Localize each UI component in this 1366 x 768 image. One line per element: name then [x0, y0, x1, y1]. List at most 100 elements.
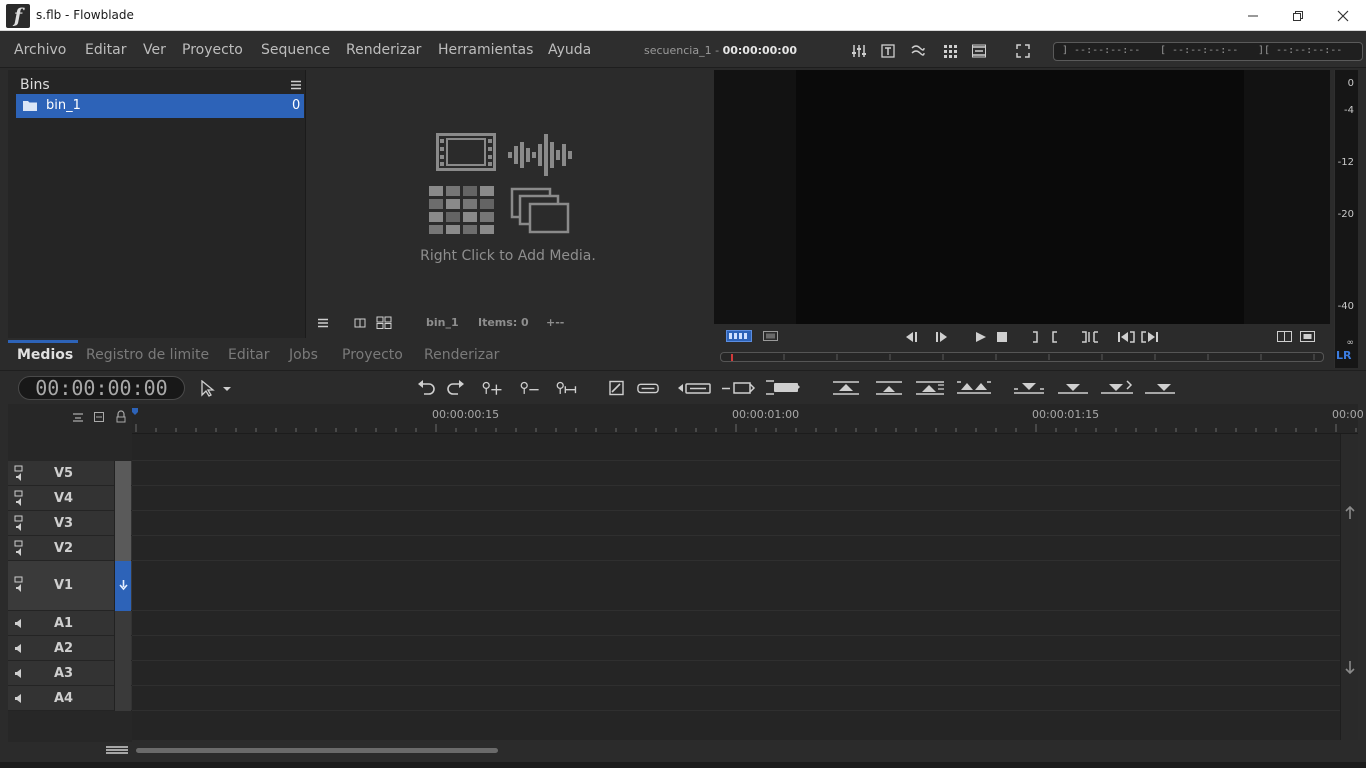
- media-menu-icon[interactable]: [317, 318, 329, 328]
- clear-marks-icon[interactable]: [1080, 331, 1100, 343]
- next-frame-icon[interactable]: [932, 331, 950, 343]
- insert-range-icon[interactable]: [764, 379, 802, 396]
- replace-icon[interactable]: [914, 379, 946, 396]
- bin-row[interactable]: bin_1 0: [16, 94, 304, 118]
- track-header-a2[interactable]: A2: [8, 636, 132, 661]
- speaker-icon[interactable]: [14, 618, 24, 629]
- tab-registro-de-limite[interactable]: Registro de limite: [86, 347, 209, 363]
- horizontal-scroll-thumb[interactable]: [136, 748, 498, 753]
- restore-button[interactable]: [1275, 0, 1321, 31]
- timeline-timecode[interactable]: 00:00:00:00: [18, 376, 185, 400]
- audio-effects-icon[interactable]: [910, 43, 926, 59]
- speaker-icon[interactable]: [14, 668, 24, 679]
- menu-ayuda[interactable]: Ayuda: [548, 42, 591, 58]
- undo-icon[interactable]: [416, 380, 438, 396]
- mixer-icon[interactable]: [851, 43, 867, 59]
- expand-tracks-icon[interactable]: [93, 411, 105, 423]
- lift-icon[interactable]: [676, 380, 712, 396]
- mark-in-out-icon[interactable]: [1030, 331, 1060, 343]
- position-scrubber[interactable]: [720, 352, 1324, 362]
- sync-split-icon[interactable]: [1012, 379, 1046, 396]
- insert-icon[interactable]: [1056, 379, 1090, 396]
- bins-menu-icon[interactable]: [290, 80, 302, 90]
- tab-editar[interactable]: Editar: [228, 347, 269, 363]
- track-target-a1[interactable]: [114, 611, 131, 636]
- track-target-a3[interactable]: [114, 661, 131, 686]
- menu-herramientas[interactable]: Herramientas: [438, 42, 533, 58]
- video-audio-toggle-icon[interactable]: [14, 576, 24, 593]
- overwrite-icon[interactable]: [874, 379, 904, 396]
- track-header-a1[interactable]: A1: [8, 611, 132, 636]
- append-icon[interactable]: [955, 379, 993, 396]
- move-keyframe-icon[interactable]: [556, 380, 578, 396]
- track-target-a2[interactable]: [114, 636, 131, 661]
- edit-tool-selector-icon[interactable]: [200, 380, 232, 397]
- menu-sequence[interactable]: Sequence: [261, 42, 330, 58]
- track-target-v4[interactable]: [114, 486, 131, 511]
- track-target-a4[interactable]: [114, 686, 131, 711]
- timeline-horizontal-scroll[interactable]: [132, 740, 1358, 762]
- resync-icon[interactable]: [607, 380, 629, 396]
- batch-render-icon[interactable]: [942, 43, 958, 59]
- menu-ver[interactable]: Ver: [143, 42, 166, 58]
- track-header-v5[interactable]: V5: [8, 461, 132, 486]
- track-header-a3[interactable]: A3: [8, 661, 132, 686]
- track-target-v1[interactable]: [114, 561, 131, 611]
- menu-proyecto[interactable]: Proyecto: [182, 42, 243, 58]
- remove-keyframe-icon[interactable]: [520, 380, 542, 396]
- track-header-v3[interactable]: V3: [8, 511, 132, 536]
- track-header-v4[interactable]: V4: [8, 486, 132, 511]
- to-mark-out-icon[interactable]: [1140, 331, 1160, 343]
- media-filter-button[interactable]: +--: [546, 316, 564, 329]
- append-range-icon[interactable]: [1143, 379, 1177, 396]
- redo-icon[interactable]: [444, 380, 466, 396]
- video-audio-toggle-icon[interactable]: [14, 465, 24, 482]
- menu-renderizar[interactable]: Renderizar: [346, 42, 421, 58]
- split-audio-icon[interactable]: [971, 43, 987, 59]
- stop-icon[interactable]: [997, 332, 1007, 342]
- video-audio-toggle-icon[interactable]: [14, 490, 24, 507]
- list-view-icon[interactable]: [354, 318, 366, 328]
- track-target-v5[interactable]: [114, 461, 131, 486]
- timeline-vertical-scroll[interactable]: [1340, 434, 1358, 740]
- fullscreen-icon[interactable]: [1015, 43, 1031, 59]
- three-point-overwrite-icon[interactable]: [1099, 379, 1135, 396]
- tab-medios[interactable]: Medios: [17, 347, 73, 363]
- speaker-icon[interactable]: [14, 693, 24, 704]
- clip-monitor-icon[interactable]: [763, 331, 778, 341]
- minimize-button[interactable]: [1230, 0, 1276, 31]
- video-audio-toggle-icon[interactable]: [14, 540, 24, 557]
- tab-jobs[interactable]: Jobs: [289, 347, 318, 363]
- prev-frame-icon[interactable]: [904, 331, 922, 343]
- track-target-v3[interactable]: [114, 511, 131, 536]
- track-header-v1[interactable]: V1: [8, 561, 132, 611]
- zoom-handle-icon[interactable]: [106, 745, 128, 755]
- tab-renderizar[interactable]: Renderizar: [424, 347, 499, 363]
- titler-icon[interactable]: [880, 43, 896, 59]
- track-target-v2[interactable]: [114, 536, 131, 561]
- video-audio-toggle-icon[interactable]: [14, 515, 24, 532]
- play-icon[interactable]: [974, 331, 988, 343]
- ripple-delete-icon[interactable]: [720, 380, 756, 396]
- media-panel[interactable]: Right Click to Add Media. bin_1 Items: 0…: [306, 70, 710, 338]
- to-mark-in-icon[interactable]: [1116, 331, 1136, 343]
- tab-proyecto[interactable]: Proyecto: [342, 347, 403, 363]
- compact-tracks-icon[interactable]: [72, 411, 84, 423]
- view-split-icon[interactable]: [1277, 331, 1292, 342]
- close-button[interactable]: [1320, 0, 1366, 31]
- track-header-a4[interactable]: A4: [8, 686, 132, 711]
- scroll-up-icon[interactable]: [1345, 506, 1355, 520]
- overwrite-range-icon[interactable]: [831, 379, 861, 396]
- menu-archivo[interactable]: Archivo: [14, 42, 66, 58]
- timeline-monitor-icon[interactable]: [726, 330, 752, 342]
- timeline-ruler[interactable]: 00:00:00:15 00:00:01:00 00:00:01:15 00:0…: [132, 404, 1364, 434]
- scroll-down-icon[interactable]: [1345, 660, 1355, 674]
- menu-editar[interactable]: Editar: [85, 42, 126, 58]
- grid-view-icon[interactable]: [376, 316, 392, 329]
- lock-tracks-icon[interactable]: [115, 410, 127, 423]
- add-keyframe-icon[interactable]: [482, 380, 504, 396]
- speaker-icon[interactable]: [14, 643, 24, 654]
- track-header-v2[interactable]: V2: [8, 536, 132, 561]
- view-mode-icon[interactable]: [1300, 331, 1315, 342]
- timeline-tracks[interactable]: [132, 434, 1340, 740]
